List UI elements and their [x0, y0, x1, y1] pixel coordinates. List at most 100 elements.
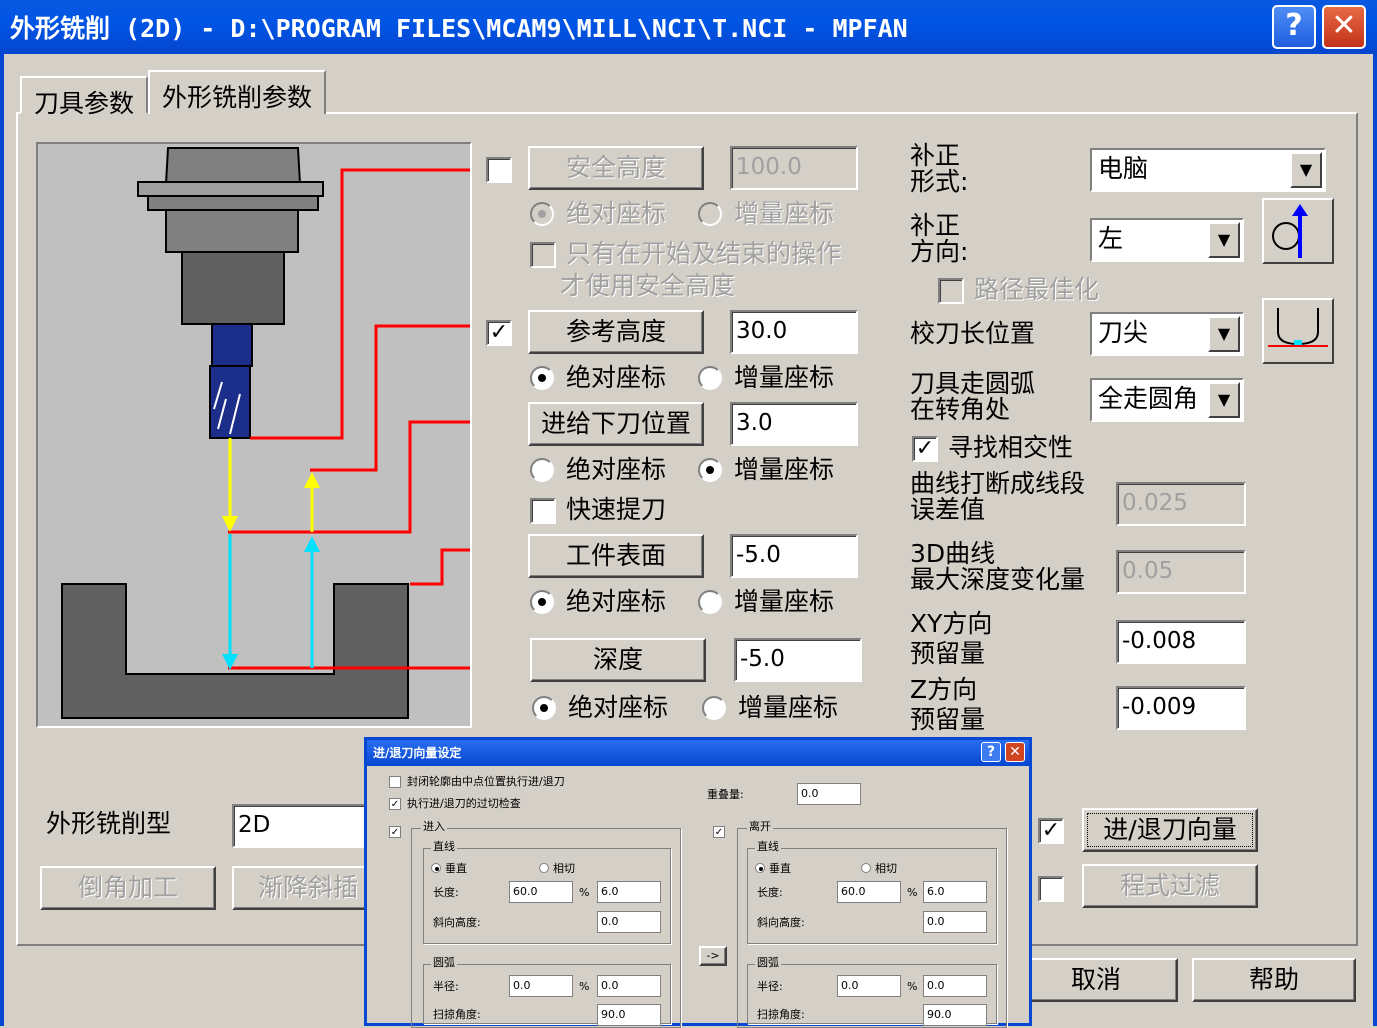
exit-percent-field[interactable]: 6.0: [923, 881, 987, 903]
comp-type-value: 电脑: [1098, 154, 1149, 183]
reference-height-checkbox[interactable]: ✓: [486, 320, 512, 346]
comp-type-select[interactable]: 电脑 ▼: [1090, 148, 1326, 192]
z-stock-field[interactable]: -0.009: [1116, 686, 1246, 730]
linearization-label-1: 曲线打断成线段: [910, 469, 1086, 498]
chevron-down-icon[interactable]: ▼: [1290, 152, 1322, 188]
gouge-check-checkbox[interactable]: ✓: [389, 798, 401, 810]
exit-radius-label: 半径:: [757, 980, 783, 993]
chevron-down-icon[interactable]: ▼: [1208, 316, 1240, 352]
tip-comp-icon-button[interactable]: [1262, 298, 1334, 364]
depth-field[interactable]: -5.0: [734, 638, 862, 682]
safe-height-only-label-2: 才使用安全高度: [560, 271, 736, 300]
exit-label: 离开: [747, 820, 773, 834]
tab-tool-parameters[interactable]: 刀具参数: [20, 76, 149, 118]
lead-in-out-button[interactable]: 进/退刀向量: [1082, 808, 1258, 852]
rapid-retract-checkbox[interactable]: [530, 498, 556, 524]
help-button[interactable]: 帮助: [1192, 958, 1356, 1002]
exit-arc-label: 圆弧: [755, 956, 781, 970]
filter-button[interactable]: 程式过滤: [1082, 864, 1258, 908]
cancel-button[interactable]: 取消: [1014, 958, 1178, 1002]
max-depth-variance-field[interactable]: 0.05: [1116, 550, 1246, 594]
corner-arc-value: 全走圆角: [1098, 384, 1199, 413]
top-of-stock-incremental-radio[interactable]: [698, 590, 722, 614]
safe-height-incremental-radio[interactable]: [698, 202, 722, 226]
top-of-stock-incremental-label: 增量座标: [734, 587, 835, 616]
safe-height-only-start-end-checkbox[interactable]: [530, 242, 556, 268]
linearization-tolerance-field[interactable]: 0.025: [1116, 482, 1246, 526]
safe-height-only-label-1: 只有在开始及结束的操作: [566, 239, 842, 268]
entry-sweep-field[interactable]: 90.0: [597, 1004, 661, 1026]
exit-radius-field[interactable]: 0.0: [837, 975, 901, 997]
chamfer-button[interactable]: 倒角加工: [40, 866, 216, 910]
top-of-stock-field[interactable]: -5.0: [730, 534, 858, 578]
entry-checkbox[interactable]: ✓: [389, 826, 401, 838]
depth-incremental-radio[interactable]: [702, 696, 726, 720]
safe-height-button[interactable]: 安全高度: [528, 146, 704, 190]
max-depth-variance-label-2: 最大深度变化量: [910, 565, 1086, 594]
exit-radius-percent-field[interactable]: 0.0: [923, 975, 987, 997]
entry-length-field[interactable]: 60.0: [509, 881, 573, 903]
close-icon[interactable]: ✕: [1005, 742, 1025, 762]
top-of-stock-absolute-radio[interactable]: [530, 590, 554, 614]
exit-sweep-field[interactable]: 90.0: [923, 1004, 987, 1026]
feed-plane-absolute-radio[interactable]: [530, 458, 554, 482]
entry-arc-label: 圆弧: [431, 956, 457, 970]
comp-dir-label-2: 方向:: [910, 237, 969, 266]
contour-type-field[interactable]: 2D: [232, 804, 372, 848]
entry-ramp-field[interactable]: 0.0: [597, 911, 661, 933]
entry-tangent-label: 相切: [553, 862, 575, 875]
corner-arc-select[interactable]: 全走圆角 ▼: [1090, 378, 1244, 422]
help-icon[interactable]: ?: [981, 742, 1001, 762]
exit-perpendicular-radio[interactable]: [755, 863, 765, 873]
comp-direction-icon-button[interactable]: [1262, 198, 1334, 264]
safe-height-checkbox[interactable]: [486, 157, 512, 183]
xy-stock-field[interactable]: -0.008: [1116, 620, 1246, 664]
entry-sweep-label: 扫掠角度:: [433, 1008, 481, 1021]
top-of-stock-button[interactable]: 工件表面: [528, 534, 704, 578]
tip-comp-value: 刀尖: [1098, 318, 1149, 347]
entry-radius-field[interactable]: 0.0: [509, 975, 573, 997]
comp-type-label-2: 形式:: [910, 167, 969, 196]
window-title: 外形铣削 (2D) - D:\PROGRAM FILES\MCAM9\MILL\…: [10, 14, 908, 43]
closed-contour-midpoint-label: 封闭轮廓由中点位置执行进/退刀: [407, 775, 565, 788]
ramp-button[interactable]: 渐降斜插: [232, 866, 372, 910]
depth-button[interactable]: 深度: [530, 638, 706, 682]
entry-tangent-radio[interactable]: [539, 863, 549, 873]
entry-radius-percent-field[interactable]: 0.0: [597, 975, 661, 997]
reference-height-incremental-radio[interactable]: [698, 366, 722, 390]
chevron-down-icon[interactable]: ▼: [1208, 382, 1240, 418]
lead-in-out-checkbox[interactable]: ✓: [1038, 818, 1064, 844]
entry-ramp-label: 斜向高度:: [433, 916, 481, 929]
copy-entry-to-exit-button[interactable]: ->: [699, 946, 727, 966]
safe-height-absolute-radio[interactable]: [530, 202, 554, 226]
reference-height-field[interactable]: 30.0: [730, 310, 858, 354]
feed-plane-field[interactable]: 3.0: [730, 402, 858, 446]
reference-height-absolute-radio[interactable]: [530, 366, 554, 390]
safe-height-field[interactable]: 100.0: [730, 146, 858, 190]
exit-length-field[interactable]: 60.0: [837, 881, 901, 903]
machining-diagram: [61, 147, 470, 719]
chevron-down-icon[interactable]: ▼: [1208, 222, 1240, 258]
exit-tangent-radio[interactable]: [861, 863, 871, 873]
infinite-lookahead-checkbox[interactable]: ✓: [912, 436, 938, 462]
help-title-button[interactable]: ?: [1272, 5, 1316, 49]
exit-checkbox[interactable]: ✓: [713, 826, 725, 838]
feed-plane-button[interactable]: 进给下刀位置: [528, 402, 704, 446]
depth-absolute-radio[interactable]: [532, 696, 556, 720]
depth-incremental-label: 增量座标: [738, 693, 839, 722]
closed-contour-midpoint-checkbox[interactable]: [389, 776, 401, 788]
comp-direction-select[interactable]: 左 ▼: [1090, 218, 1244, 262]
entry-percent-field[interactable]: 6.0: [597, 881, 661, 903]
reference-height-button[interactable]: 参考高度: [528, 310, 704, 354]
tab-contour-parameters[interactable]: 外形铣削参数: [148, 70, 327, 114]
exit-ramp-field[interactable]: 0.0: [923, 911, 987, 933]
entry-perpendicular-radio[interactable]: [431, 863, 441, 873]
feed-plane-incremental-radio[interactable]: [698, 458, 722, 482]
filter-checkbox[interactable]: [1038, 876, 1064, 902]
path-optimize-checkbox[interactable]: [938, 278, 964, 304]
close-title-button[interactable]: ✕: [1322, 5, 1366, 49]
overlap-field[interactable]: 0.0: [797, 783, 861, 805]
depth-absolute-label: 绝对座标: [568, 693, 669, 722]
exit-percent-label: %: [907, 886, 918, 899]
tip-comp-select[interactable]: 刀尖 ▼: [1090, 312, 1244, 356]
